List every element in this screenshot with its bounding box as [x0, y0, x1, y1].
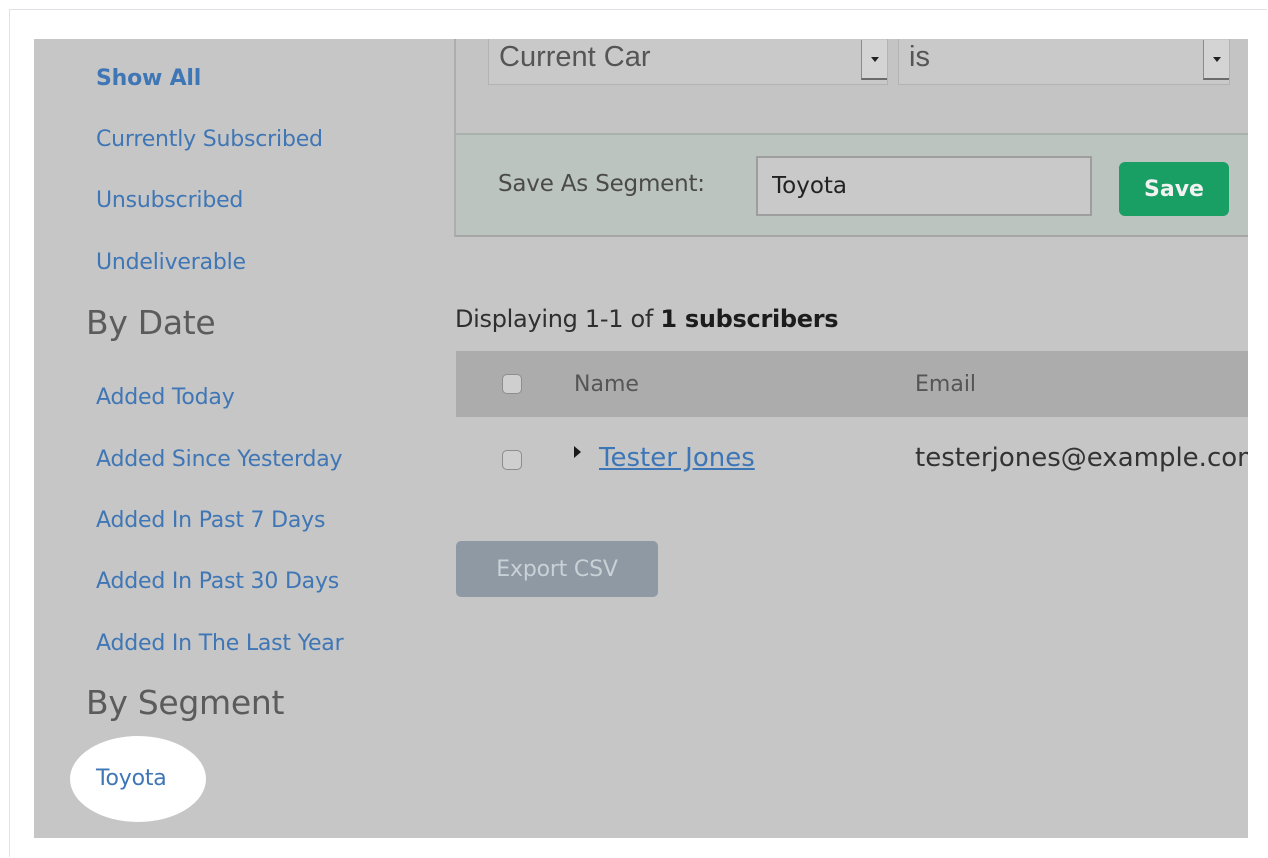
sidebar-link-added-past-30-days[interactable]: Added In Past 30 Days: [96, 569, 339, 594]
sidebar-link-show-all[interactable]: Show All: [96, 66, 201, 91]
select-all-checkbox[interactable]: [502, 374, 522, 394]
filter-panel: Current Car is: [454, 39, 1248, 133]
save-segment-label: Save As Segment:: [498, 171, 705, 197]
results-summary: Displaying 1-1 of 1 subscribers: [455, 305, 839, 333]
row-checkbox[interactable]: [502, 450, 522, 470]
sidebar-link-segment-toyota[interactable]: Toyota: [96, 766, 167, 791]
sidebar-link-currently-subscribed[interactable]: Currently Subscribed: [96, 127, 323, 152]
by-segment-heading: By Segment: [86, 683, 285, 722]
save-segment-row: Save As Segment: Save: [454, 133, 1248, 237]
field-select-value: Current Car: [499, 41, 651, 73]
sidebar-link-added-since-yesterday[interactable]: Added Since Yesterday: [96, 447, 343, 472]
by-date-heading: By Date: [86, 303, 216, 342]
subscriber-name-link[interactable]: Tester Jones: [599, 443, 755, 473]
results-count: 1 subscribers: [660, 305, 839, 333]
results-prefix: Displaying 1-1 of: [455, 305, 654, 333]
segment-name-input[interactable]: [756, 156, 1092, 216]
sidebar-link-unsubscribed[interactable]: Unsubscribed: [96, 188, 243, 213]
column-header-name[interactable]: Name: [574, 372, 639, 397]
sidebar-link-added-last-year[interactable]: Added In The Last Year: [96, 631, 344, 656]
export-csv-button[interactable]: Export CSV: [456, 541, 658, 597]
subscriber-email: testerjones@example.com: [915, 443, 1248, 473]
save-button[interactable]: Save: [1119, 162, 1229, 216]
operator-select[interactable]: is: [898, 39, 1230, 85]
sidebar-link-added-today[interactable]: Added Today: [96, 385, 235, 410]
operator-select-value: is: [909, 41, 930, 73]
screenshot-canvas: Show All Currently Subscribed Unsubscrib…: [34, 39, 1248, 838]
sidebar-link-added-past-7-days[interactable]: Added In Past 7 Days: [96, 508, 325, 533]
column-header-email[interactable]: Email: [915, 372, 976, 397]
field-select[interactable]: Current Car: [488, 39, 888, 85]
chevron-down-icon[interactable]: [1203, 40, 1229, 80]
table-header: Name Email: [456, 351, 1248, 417]
expand-caret-icon[interactable]: [574, 446, 581, 458]
chevron-down-icon[interactable]: [861, 40, 887, 80]
sidebar-link-undeliverable[interactable]: Undeliverable: [96, 250, 246, 275]
